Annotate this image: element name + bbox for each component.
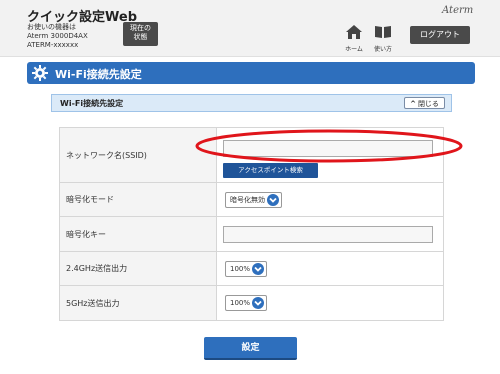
- power24-cell: 100%: [216, 251, 444, 286]
- encryption-key-input[interactable]: [223, 226, 433, 243]
- section-title: Wi-Fi接続先設定: [55, 68, 142, 81]
- encryption-select[interactable]: 暗号化無効: [225, 192, 282, 208]
- home-label: ホーム: [345, 46, 363, 53]
- power24-value: 100%: [230, 265, 251, 273]
- chevron-down-icon: [267, 194, 279, 206]
- subsection-title: Wi-Fi接続先設定: [60, 99, 124, 108]
- encryption-label: 暗号化モード: [59, 182, 217, 217]
- ssid-label: ネットワーク名(SSID): [59, 127, 217, 183]
- key-label: 暗号化キー: [59, 216, 217, 252]
- collapse-label: 閉じる: [417, 100, 439, 108]
- device-info: お使いの機器は Aterm 3000D4AX ATERM-xxxxxx: [27, 23, 88, 50]
- logout-button[interactable]: ログアウト: [410, 26, 470, 44]
- form-row-ssid: ネットワーク名(SSID) アクセスポイント検索: [59, 127, 444, 183]
- collapse-button[interactable]: ^ 閉じる: [404, 97, 445, 109]
- home-button[interactable]: ホーム: [339, 24, 369, 53]
- book-icon: [375, 26, 391, 38]
- device-info-model: Aterm 3000D4AX: [27, 32, 88, 40]
- gear-icon: [32, 65, 48, 81]
- howto-button[interactable]: 使い方: [368, 24, 398, 53]
- power5-value: 100%: [230, 299, 251, 307]
- encryption-cell: 暗号化無効: [216, 182, 444, 217]
- form-row-power5: 5GHz送信出力 100%: [59, 285, 444, 321]
- current-status-label-2: 状態: [133, 33, 148, 41]
- form-row-encryption: 暗号化モード 暗号化無効: [59, 182, 444, 217]
- home-icon: [346, 25, 362, 39]
- power5-label: 5GHz送信出力: [59, 285, 217, 321]
- power5-select[interactable]: 100%: [225, 295, 267, 311]
- encryption-value: 暗号化無効: [230, 196, 265, 204]
- app-header: クイック設定Web お使いの機器は Aterm 3000D4AX ATERM-x…: [0, 0, 500, 57]
- current-status-button[interactable]: 現在の 状態: [123, 22, 158, 46]
- settings-form: ネットワーク名(SSID) アクセスポイント検索 暗号化モード 暗号化無効 暗号…: [59, 127, 444, 321]
- submit-button[interactable]: 設定: [204, 337, 297, 360]
- chevron-down-icon: [252, 297, 264, 309]
- howto-label: 使い方: [373, 46, 392, 53]
- current-status-label-1: 現在の: [130, 24, 151, 32]
- chevron-up-icon: ^: [410, 100, 416, 108]
- subsection-header: Wi-Fi接続先設定 ^ 閉じる: [51, 94, 452, 112]
- form-row-key: 暗号化キー: [59, 216, 444, 252]
- ssid-cell: アクセスポイント検索: [216, 127, 444, 183]
- access-point-search-button[interactable]: アクセスポイント検索: [223, 163, 318, 178]
- ssid-input[interactable]: [223, 140, 433, 157]
- form-row-power24: 2.4GHz送信出力 100%: [59, 251, 444, 286]
- key-cell: [216, 216, 444, 252]
- power5-cell: 100%: [216, 285, 444, 321]
- chevron-down-icon: [252, 263, 264, 275]
- section-title-bar: Wi-Fi接続先設定: [27, 62, 475, 84]
- power24-select[interactable]: 100%: [225, 261, 267, 277]
- power24-label: 2.4GHz送信出力: [59, 251, 217, 286]
- brand-logo: Aterm: [442, 5, 474, 16]
- device-info-name: ATERM-xxxxxx: [27, 41, 79, 49]
- device-info-line1: お使いの機器は: [27, 23, 76, 31]
